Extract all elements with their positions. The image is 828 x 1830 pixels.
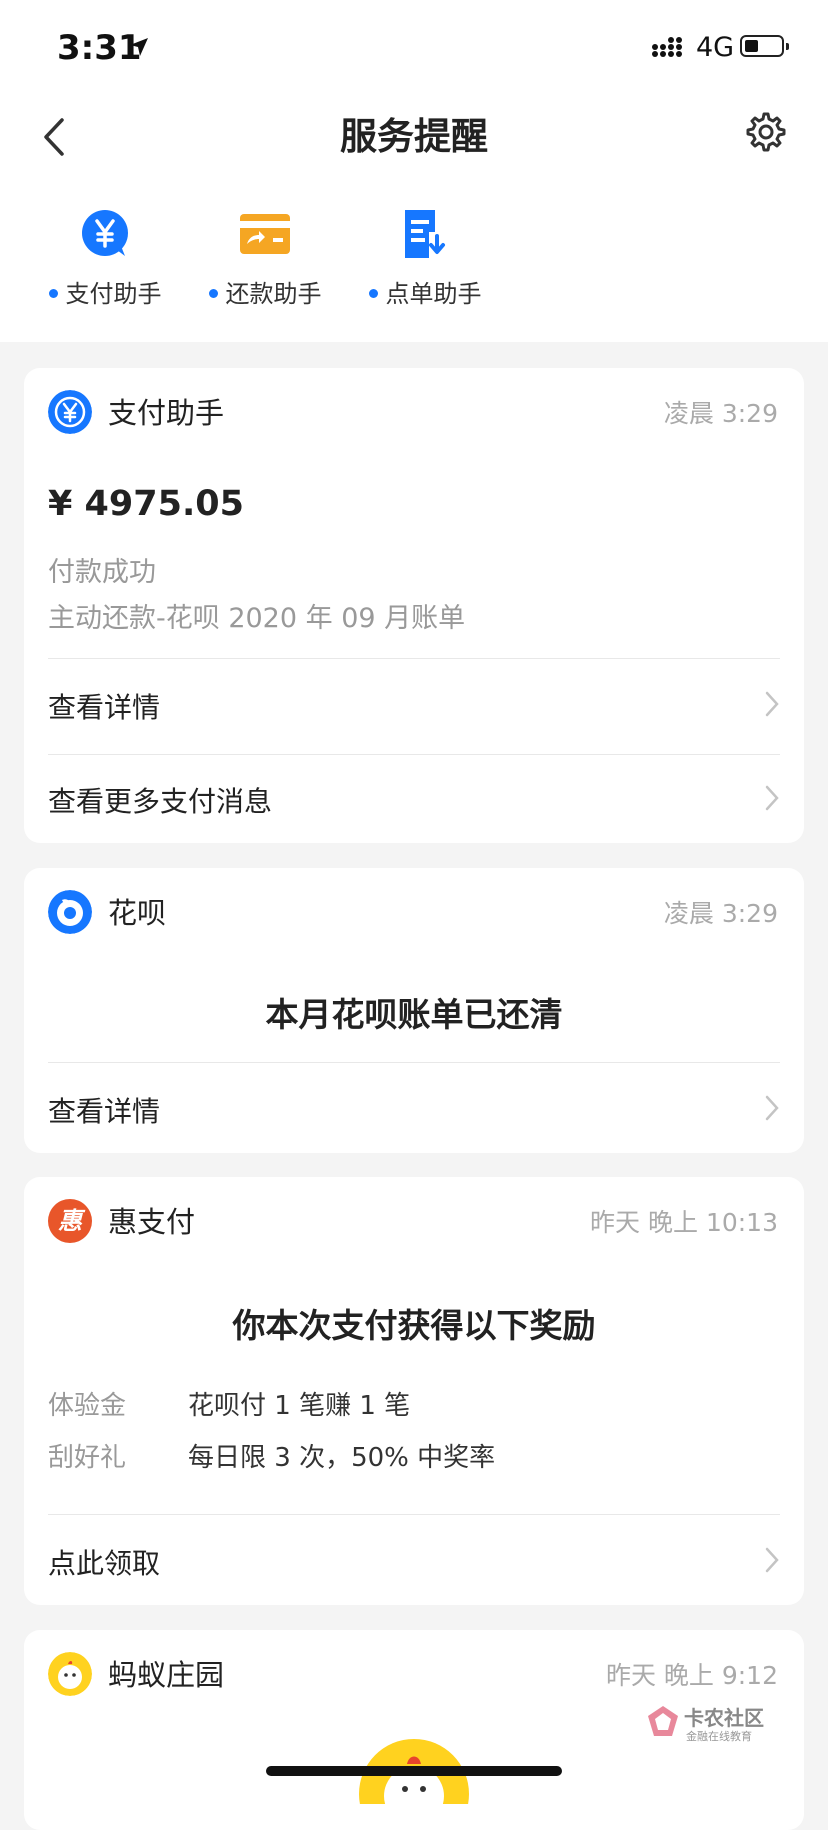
card-timestamp: 昨天 晚上 10:13: [590, 1208, 778, 1237]
chevron-right-icon: [765, 691, 779, 717]
quick-action-label: 支付助手: [65, 280, 162, 308]
quick-action-label: 点单助手: [385, 280, 482, 308]
quick-action-label: 还款助手: [225, 280, 322, 308]
yuan-bubble-icon: [82, 210, 128, 256]
settings-gear-icon[interactable]: [744, 110, 788, 154]
unread-dot: [48, 288, 58, 298]
more-payment-messages-row[interactable]: 查看更多支付消息: [48, 752, 780, 842]
chevron-right-icon: [765, 1547, 779, 1573]
row-label: 查看详情: [48, 691, 161, 724]
reward-key: 体验金: [48, 1391, 127, 1421]
quick-action-repay-assistant[interactable]: 还款助手: [190, 208, 340, 309]
page-title: 服务提醒: [340, 115, 488, 158]
reward-value: 花呗付 1 笔赚 1 笔: [188, 1391, 411, 1421]
battery-icon: [740, 35, 789, 57]
quick-action-order-assistant[interactable]: 点单助手: [350, 208, 500, 309]
card-header: 支付助手 凌晨 3:29: [24, 368, 804, 458]
reward-value: 每日限 3 次，50% 中奖率: [188, 1443, 496, 1473]
payment-assistant-card: 支付助手 凌晨 3:29 ¥ 4975.05 付款成功 主动还款-花呗 2020…: [24, 368, 804, 843]
huizhifu-logo-icon: 惠: [48, 1199, 92, 1243]
order-download-icon: [405, 210, 445, 258]
watermark-logo: 卡农社区 金融在线教育: [646, 1700, 776, 1744]
status-bar: 3:31 4G: [0, 0, 828, 100]
huabei-card: 花呗 凌晨 3:29 本月花呗账单已还清 查看详情: [24, 868, 804, 1153]
chevron-right-icon: [765, 1095, 779, 1121]
unread-dot: [368, 288, 378, 298]
huabei-message-title: 本月花呗账单已还清: [265, 995, 563, 1034]
pay-assistant-logo-icon: [48, 390, 92, 434]
card-timestamp: 昨天 晚上 9:12: [605, 1661, 778, 1690]
payment-status: 付款成功: [48, 557, 156, 588]
network-type: 4G: [696, 32, 735, 63]
payment-description: 主动还款-花呗 2020 年 09 月账单: [48, 603, 466, 634]
watermark-title: 卡农社区: [684, 1706, 764, 1730]
reward-title: 你本次支付获得以下奖励: [232, 1306, 596, 1345]
chick-logo-icon: [48, 1652, 92, 1696]
card-header: 惠 惠支付 昨天 晚上 10:13: [24, 1177, 804, 1267]
quick-action-pay-assistant[interactable]: 支付助手: [30, 208, 180, 309]
card-timestamp: 凌晨 3:29: [663, 399, 778, 428]
card-source-name: 花呗: [108, 896, 167, 930]
row-label: 查看详情: [48, 1095, 161, 1128]
location-arrow-icon: [130, 38, 148, 56]
huizhifu-card: 惠 惠支付 昨天 晚上 10:13 你本次支付获得以下奖励 体验金 花呗付 1 …: [24, 1177, 804, 1605]
unread-dot: [208, 288, 218, 298]
huabei-logo-icon: [48, 890, 92, 934]
nav-bar: 服务提醒: [0, 100, 828, 180]
card-repay-icon: [240, 214, 290, 254]
signal-icon: [652, 37, 682, 57]
card-source-name: 惠支付: [108, 1205, 196, 1239]
payment-amount: ¥ 4975.05: [48, 484, 244, 524]
card-timestamp: 凌晨 3:29: [663, 899, 778, 928]
reward-key: 刮好礼: [48, 1443, 127, 1473]
top-panel: 3:31 4G 服务提醒 支付助手 还款助手 点单助手: [0, 0, 828, 342]
card-source-name: 支付助手: [108, 396, 225, 430]
row-label: 点此领取: [48, 1547, 161, 1580]
card-header: 花呗 凌晨 3:29: [24, 868, 804, 958]
chevron-right-icon: [765, 785, 779, 811]
watermark-subtitle: 金融在线教育: [686, 1730, 752, 1743]
view-details-row[interactable]: 查看详情: [48, 658, 780, 748]
home-indicator[interactable]: [266, 1766, 562, 1776]
watermark-emblem-icon: [648, 1706, 678, 1736]
view-details-row[interactable]: 查看详情: [48, 1062, 780, 1152]
card-source-name: 蚂蚁庄园: [108, 1658, 225, 1692]
row-label: 查看更多支付消息: [48, 785, 273, 818]
claim-reward-row[interactable]: 点此领取: [48, 1514, 780, 1604]
